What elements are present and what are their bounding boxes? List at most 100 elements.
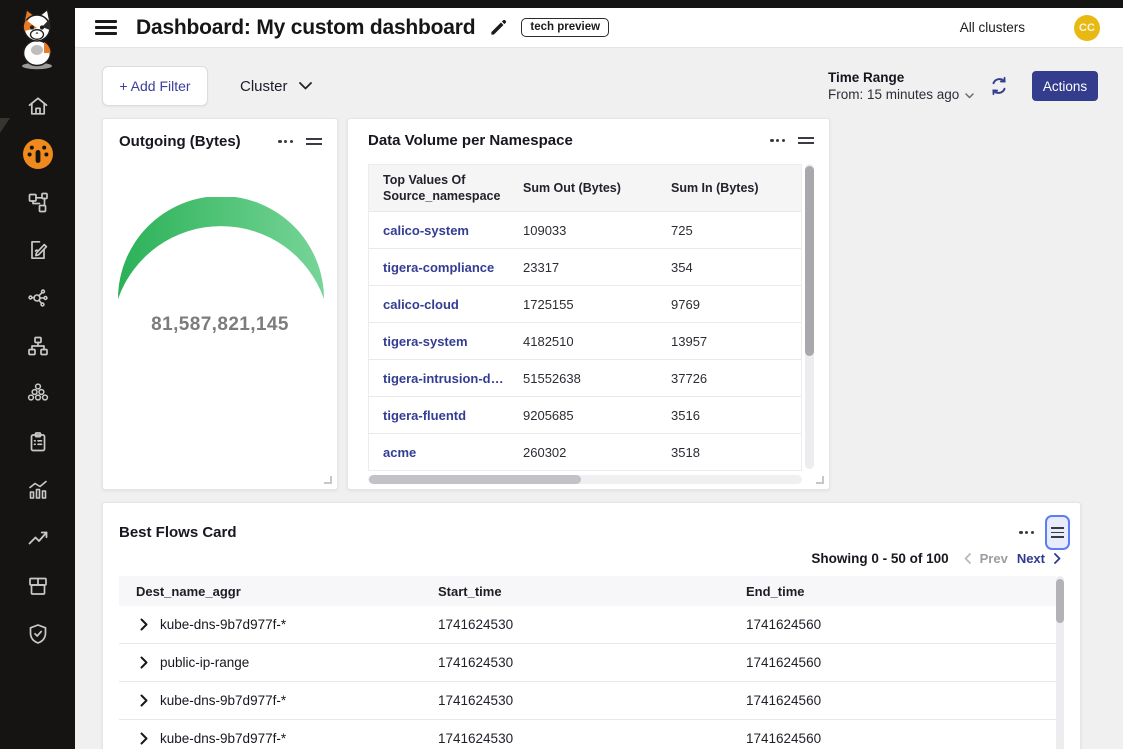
namespace-link[interactable]: acme bbox=[383, 445, 416, 460]
sum-out-value: 9205685 bbox=[509, 408, 657, 423]
expand-row-chevron-icon[interactable] bbox=[140, 656, 148, 669]
refresh-button[interactable] bbox=[986, 74, 1012, 100]
end-time: 1741624560 bbox=[746, 655, 1056, 670]
column-header: Sum Out (Bytes) bbox=[509, 180, 657, 196]
card-menu-dots-icon[interactable] bbox=[278, 140, 293, 143]
sum-in-value: 354 bbox=[657, 260, 801, 275]
expand-row-chevron-icon[interactable] bbox=[140, 618, 148, 631]
time-range-value: From: 15 minutes ago bbox=[828, 87, 959, 102]
horizontal-scrollbar[interactable] bbox=[368, 475, 802, 484]
card-menu-dots-icon[interactable] bbox=[770, 139, 785, 142]
namespace-link[interactable]: calico-system bbox=[383, 223, 469, 238]
chevron-right-icon[interactable] bbox=[1054, 553, 1061, 564]
start-time: 1741624530 bbox=[438, 693, 746, 708]
table-header-row: Dest_name_aggr Start_time End_time bbox=[119, 576, 1056, 606]
storage-box-icon bbox=[26, 574, 50, 598]
sidebar-item-policies[interactable] bbox=[0, 226, 75, 274]
sidebar-item-trends[interactable] bbox=[0, 514, 75, 562]
pagination: Showing 0 - 50 of 100 Prev Next bbox=[811, 551, 1061, 566]
sum-out-value: 23317 bbox=[509, 260, 657, 275]
vertical-scrollbar[interactable] bbox=[1056, 576, 1064, 749]
flows-table: Dest_name_aggr Start_time End_time kube-… bbox=[119, 576, 1056, 749]
card-menu-dots-icon[interactable] bbox=[1019, 531, 1034, 534]
showing-range: Showing 0 - 50 of 100 bbox=[811, 551, 948, 566]
add-filter-button[interactable]: + Add Filter bbox=[102, 66, 208, 106]
namespace-link[interactable]: tigera-intrusion-d… bbox=[383, 371, 504, 386]
card-title: Data Volume per Namespace bbox=[368, 132, 573, 149]
policy-editor-icon bbox=[26, 238, 50, 262]
namespace-link[interactable]: tigera-system bbox=[383, 334, 468, 349]
namespace-link[interactable]: tigera-compliance bbox=[383, 260, 494, 275]
time-range-value-dropdown[interactable]: From: 15 minutes ago bbox=[828, 87, 974, 102]
column-header: Top Values Of Source_namespace bbox=[369, 172, 509, 205]
namespace-table: Top Values Of Source_namespace Sum Out (… bbox=[368, 164, 802, 471]
sidebar-item-sitemap[interactable] bbox=[0, 322, 75, 370]
best-flows-card: Best Flows Card Showing 0 - 50 of 100 Pr… bbox=[102, 502, 1081, 749]
page: Dashboard: My custom dashboard tech prev… bbox=[0, 0, 1123, 749]
sidebar-item-dashboards[interactable] bbox=[0, 130, 75, 178]
dashboard-gauge-icon bbox=[21, 137, 55, 171]
time-range-label: Time Range bbox=[828, 70, 974, 85]
workload-cluster-icon bbox=[25, 381, 51, 407]
table-row: calico-system 109033 725 bbox=[369, 211, 801, 248]
table-row: acme 260302 3518 bbox=[369, 433, 801, 470]
table-row: tigera-compliance 23317 354 bbox=[369, 248, 801, 285]
sidebar-item-statistics[interactable] bbox=[0, 466, 75, 514]
table-row: tigera-intrusion-d… 51552638 37726 bbox=[369, 359, 801, 396]
sum-in-value: 9769 bbox=[657, 297, 801, 312]
card-drag-handle-selected[interactable] bbox=[1045, 515, 1070, 550]
page-title: Dashboard: My custom dashboard bbox=[136, 16, 475, 40]
card-drag-handle-icon[interactable] bbox=[306, 138, 322, 146]
next-button[interactable]: Next bbox=[1017, 551, 1045, 566]
cluster-dropdown[interactable]: Cluster bbox=[240, 66, 312, 106]
start-time: 1741624530 bbox=[438, 617, 746, 632]
namespace-link[interactable]: tigera-fluentd bbox=[383, 408, 466, 423]
edit-pencil-icon[interactable] bbox=[489, 18, 508, 37]
menu-hamburger-icon[interactable] bbox=[95, 20, 117, 35]
compliance-clipboard-icon bbox=[26, 430, 50, 454]
card-title: Best Flows Card bbox=[119, 524, 1019, 541]
expand-row-chevron-icon[interactable] bbox=[140, 732, 148, 745]
sum-out-value: 51552638 bbox=[509, 371, 657, 386]
expand-row-chevron-icon[interactable] bbox=[140, 694, 148, 707]
card-resize-handle[interactable] bbox=[816, 476, 824, 484]
card-drag-handle-icon[interactable] bbox=[798, 137, 814, 145]
end-time: 1741624560 bbox=[746, 731, 1056, 746]
sidebar-item-network-topology[interactable] bbox=[0, 178, 75, 226]
table-row: tigera-system 4182510 13957 bbox=[369, 322, 801, 359]
avatar[interactable]: CC bbox=[1074, 15, 1100, 41]
network-topology-icon bbox=[26, 190, 50, 214]
table-row: kube-dns-9b7d977f-* 1741624530 174162456… bbox=[119, 682, 1056, 720]
column-header: End_time bbox=[746, 584, 1056, 599]
sidebar-item-compliance[interactable] bbox=[0, 418, 75, 466]
table-row: calico-cloud 1725155 9769 bbox=[369, 285, 801, 322]
cluster-dropdown-label: Cluster bbox=[240, 78, 288, 95]
table-row: kube-dns-9b7d977f-* 1741624530 174162456… bbox=[119, 720, 1056, 749]
trend-arrow-icon bbox=[26, 526, 50, 550]
dest-name: kube-dns-9b7d977f-* bbox=[160, 693, 286, 708]
end-time: 1741624560 bbox=[746, 617, 1056, 632]
namespace-link[interactable]: calico-cloud bbox=[383, 297, 459, 312]
time-range: Time Range From: 15 minutes ago bbox=[828, 70, 974, 102]
tech-preview-badge: tech preview bbox=[521, 18, 609, 37]
prev-button[interactable]: Prev bbox=[980, 551, 1008, 566]
sidebar-item-storage[interactable] bbox=[0, 562, 75, 610]
calico-cat-logo bbox=[14, 6, 61, 72]
vertical-scrollbar[interactable] bbox=[805, 164, 814, 469]
chevron-left-icon[interactable] bbox=[964, 553, 971, 564]
dest-name: kube-dns-9b7d977f-* bbox=[160, 617, 286, 632]
sum-in-value: 725 bbox=[657, 223, 801, 238]
start-time: 1741624530 bbox=[438, 731, 746, 746]
sidebar-item-home[interactable] bbox=[0, 82, 75, 130]
sidebar-item-service-graph[interactable] bbox=[0, 274, 75, 322]
home-icon bbox=[26, 94, 50, 118]
card-resize-handle[interactable] bbox=[324, 476, 332, 484]
sum-in-value: 3518 bbox=[657, 445, 801, 460]
sum-out-value: 109033 bbox=[509, 223, 657, 238]
all-clusters-selector[interactable]: All clusters bbox=[960, 20, 1025, 35]
sum-out-value: 1725155 bbox=[509, 297, 657, 312]
column-header: Sum In (Bytes) bbox=[657, 180, 801, 196]
actions-button[interactable]: Actions bbox=[1032, 71, 1098, 101]
sidebar-item-workloads[interactable] bbox=[0, 370, 75, 418]
sidebar-item-security[interactable] bbox=[0, 610, 75, 658]
